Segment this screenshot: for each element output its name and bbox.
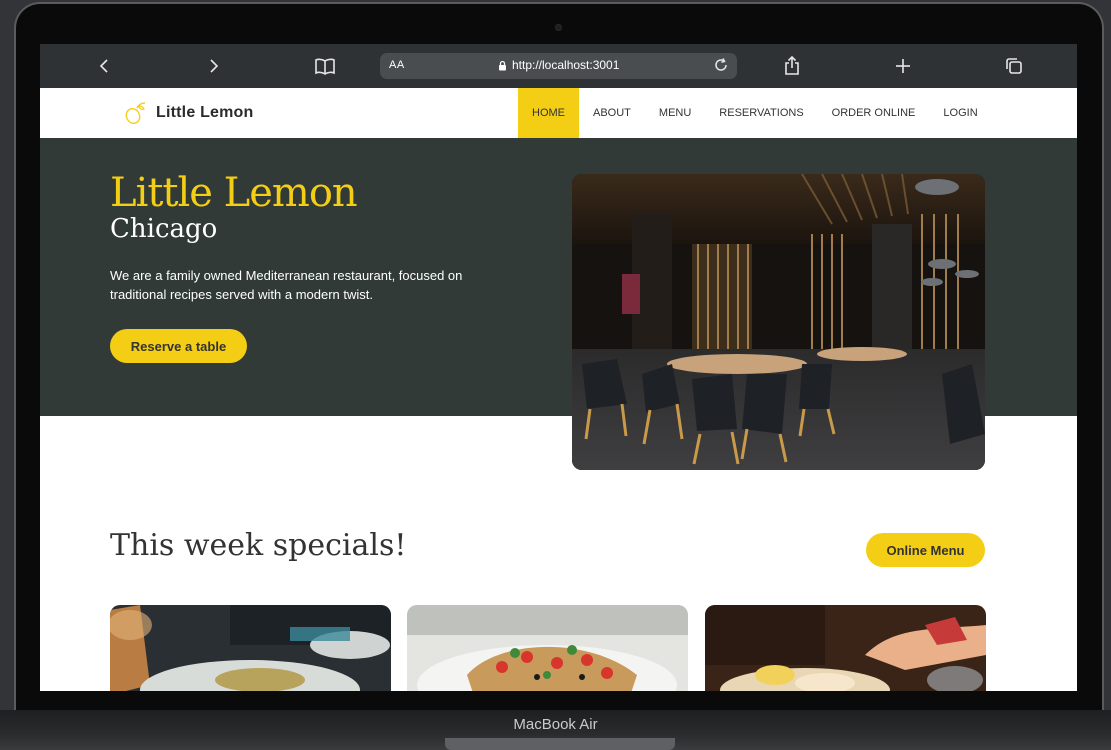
nav-reservations[interactable]: RESERVATIONS xyxy=(705,88,817,138)
site-header: Little Lemon HOME ABOUT MENU RESERVATION… xyxy=(40,88,1077,138)
laptop-notch xyxy=(445,738,675,750)
url-text: http://localhost:3001 xyxy=(512,58,620,72)
logo-text: Little Lemon xyxy=(156,104,254,121)
laptop-frame: MacBook Air AA http://localhost:3001 Lit… xyxy=(0,0,1111,750)
nav-order-online[interactable]: ORDER ONLINE xyxy=(818,88,930,138)
special-card-image[interactable] xyxy=(407,605,688,691)
url-display[interactable]: http://localhost:3001 xyxy=(498,58,619,72)
plus-icon[interactable] xyxy=(891,54,915,78)
reader-text-size-button[interactable]: AA xyxy=(389,59,405,71)
device-label: MacBook Air xyxy=(513,716,598,733)
restaurant-interior-image xyxy=(572,174,985,470)
main-nav: HOME ABOUT MENU RESERVATIONS ORDER ONLIN… xyxy=(518,88,992,138)
tabs-icon[interactable] xyxy=(1002,54,1026,78)
book-icon[interactable] xyxy=(313,54,337,78)
lock-icon xyxy=(499,60,506,70)
browser-toolbar: AA http://localhost:3001 xyxy=(40,44,1077,88)
hero-title: Little Lemon xyxy=(110,170,358,216)
site-logo[interactable]: Little Lemon xyxy=(124,100,254,126)
special-card-image[interactable] xyxy=(110,605,391,691)
hero-subtitle: Chicago xyxy=(110,214,218,244)
reload-icon[interactable] xyxy=(713,57,729,78)
address-bar[interactable]: AA http://localhost:3001 xyxy=(380,53,737,79)
nav-about[interactable]: ABOUT xyxy=(579,88,645,138)
forward-icon[interactable] xyxy=(202,54,226,78)
nav-login[interactable]: LOGIN xyxy=(929,88,991,138)
back-icon[interactable] xyxy=(92,54,116,78)
nav-menu[interactable]: MENU xyxy=(645,88,705,138)
online-menu-button[interactable]: Online Menu xyxy=(866,533,985,567)
special-card-image[interactable] xyxy=(705,605,986,691)
lemon-icon xyxy=(125,102,146,125)
reserve-table-button[interactable]: Reserve a table xyxy=(110,329,247,363)
share-icon[interactable] xyxy=(780,54,804,78)
browser-screen: AA http://localhost:3001 Little Lemon HO… xyxy=(40,44,1077,691)
nav-home[interactable]: HOME xyxy=(518,88,579,138)
camera-icon xyxy=(555,24,562,31)
specials-title: This week specials! xyxy=(110,528,407,563)
hero-description: We are a family owned Mediterranean rest… xyxy=(110,268,463,302)
